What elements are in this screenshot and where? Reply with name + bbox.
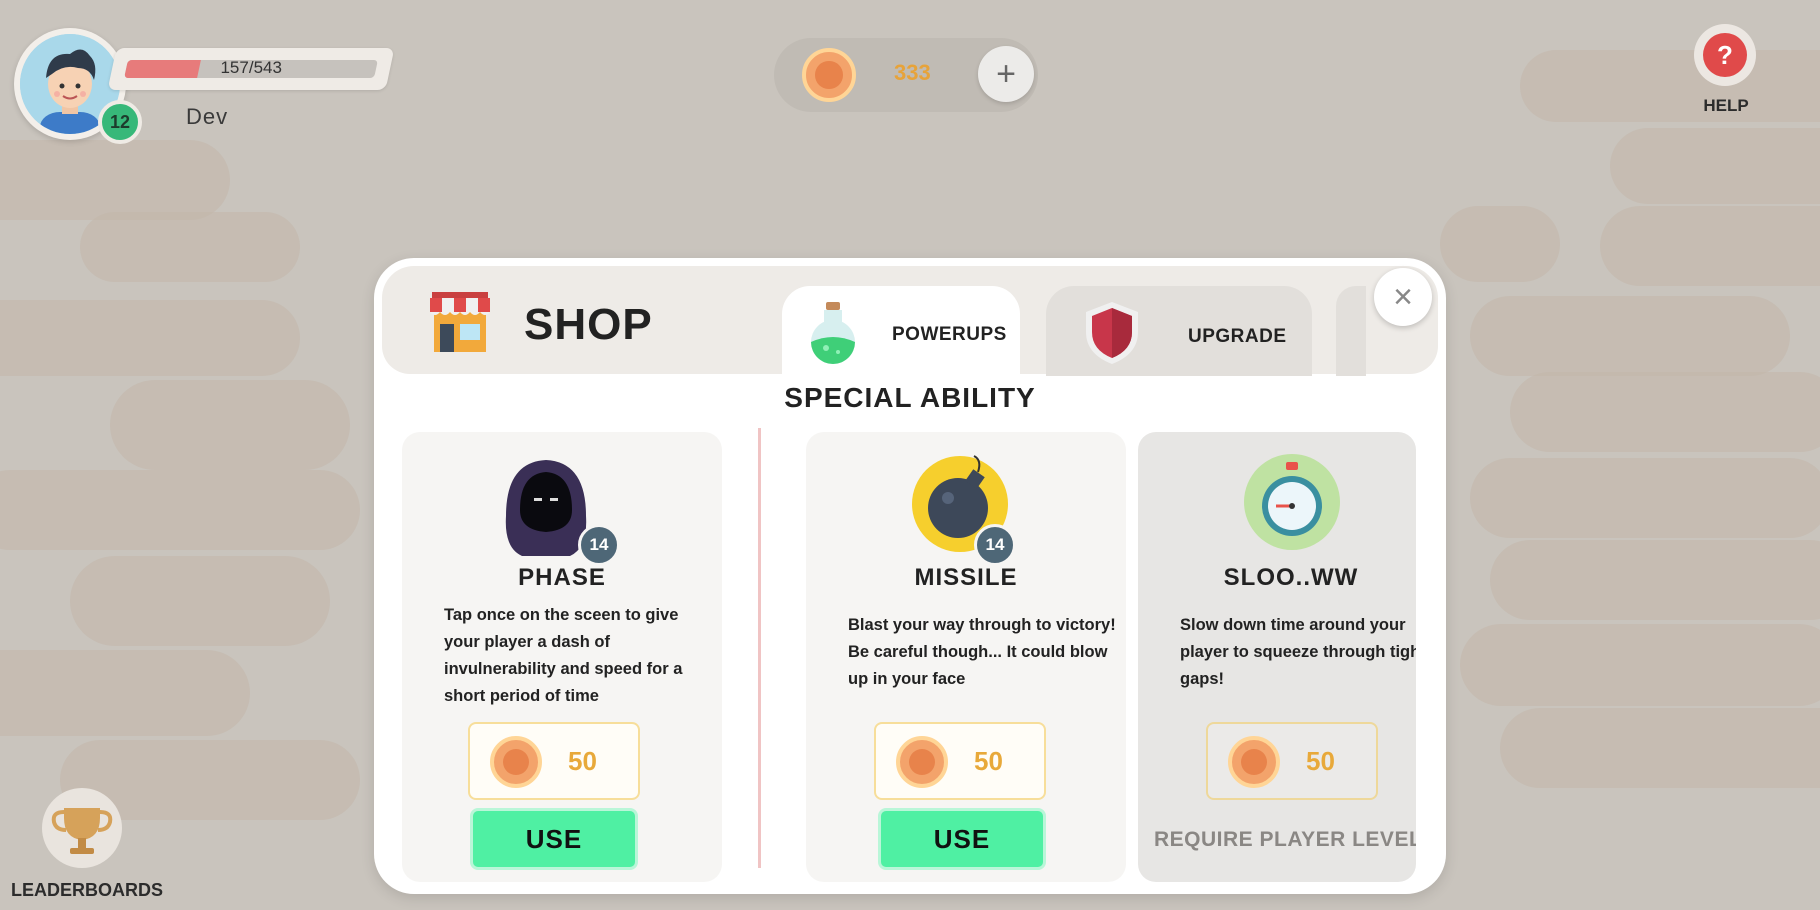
leaderboards-button[interactable] xyxy=(42,788,122,868)
use-missile-button[interactable]: USE xyxy=(878,808,1046,870)
background-cloud xyxy=(0,470,360,550)
coin-count: 333 xyxy=(894,60,931,85)
coin-balance: 333 + xyxy=(774,38,1038,112)
ability-description: Blast your way through to victory! Be ca… xyxy=(848,616,1116,688)
ability-level-badge: 14 xyxy=(974,524,1016,566)
ability-description: Tap once on the sceen to give your playe… xyxy=(444,606,683,705)
background-cloud xyxy=(110,380,350,470)
background-cloud xyxy=(1610,128,1820,204)
card-divider xyxy=(758,428,761,868)
close-button[interactable]: × xyxy=(1374,268,1432,326)
background-cloud xyxy=(0,650,250,736)
help-button[interactable]: ? xyxy=(1694,24,1756,86)
ability-description: Slow down time around your player to squ… xyxy=(1180,616,1416,688)
coin-icon xyxy=(802,48,856,102)
ability-name: SLOO..WW xyxy=(1223,564,1359,591)
ability-name: PHASE xyxy=(518,564,606,591)
price-tag: 50 xyxy=(874,722,1046,800)
ability-card-slow: SLOO..WW Slow down time around your play… xyxy=(1138,432,1416,882)
level-requirement: REQUIRE PLAYER LEVEL 15 xyxy=(1154,828,1416,851)
trophy-icon xyxy=(51,808,113,854)
potion-icon xyxy=(811,302,855,364)
question-icon: ? xyxy=(1703,33,1747,77)
shop-header: SHOP POWERUPS UPGRADE xyxy=(382,266,1438,382)
section-title: SPECIAL ABILITY xyxy=(784,382,1036,413)
tab-powerups-label: POWERUPS xyxy=(892,324,1007,345)
background-cloud xyxy=(1440,206,1560,282)
tab-overflow[interactable] xyxy=(1336,286,1366,376)
background-cloud xyxy=(1600,206,1820,286)
use-phase-button[interactable]: USE xyxy=(470,808,638,870)
price-value: 50 xyxy=(1306,746,1335,776)
background-cloud xyxy=(1500,708,1820,788)
background-cloud xyxy=(80,212,300,282)
xp-text: 157/543 xyxy=(220,58,282,77)
tab-powerups[interactable]: POWERUPS xyxy=(782,286,1020,382)
player-name: Dev xyxy=(186,104,229,129)
background-cloud xyxy=(1470,296,1790,376)
background-cloud xyxy=(0,140,230,220)
price-tag: 50 xyxy=(1206,722,1378,800)
ability-name: MISSILE xyxy=(914,564,1018,591)
coin-icon xyxy=(896,736,948,788)
background-cloud xyxy=(1510,372,1820,452)
background-cloud xyxy=(0,300,300,376)
xp-bar: 157/543 xyxy=(107,48,395,90)
ability-level-badge: 14 xyxy=(578,524,620,566)
background-cloud xyxy=(1460,624,1820,706)
shield-icon xyxy=(1086,302,1138,364)
price-value: 50 xyxy=(568,746,597,776)
tab-upgrade[interactable]: UPGRADE xyxy=(1046,286,1312,376)
stopwatch-icon xyxy=(1244,454,1340,550)
leaderboards-label: LEADERBOARDS xyxy=(10,880,163,900)
ability-card-phase: 14 PHASE Tap once on the sceen to give y… xyxy=(402,432,722,882)
coin-icon xyxy=(490,736,542,788)
shop-icon xyxy=(430,292,490,352)
tab-upgrade-label: UPGRADE xyxy=(1188,326,1287,347)
background-cloud xyxy=(1520,50,1820,122)
price-value: 50 xyxy=(974,746,1003,776)
shop-title: SHOP xyxy=(524,300,653,349)
help-label: HELP xyxy=(1703,96,1749,115)
player-level-badge: 12 xyxy=(98,100,142,144)
price-tag: 50 xyxy=(468,722,640,800)
ability-card-missile: 14 MISSILE Blast your way through to vic… xyxy=(806,432,1126,882)
background-cloud xyxy=(1490,540,1820,620)
shop-modal: SHOP POWERUPS UPGRADE × SPECIAL ABILITY xyxy=(374,258,1446,894)
add-coins-button[interactable]: + xyxy=(978,46,1034,102)
background-cloud xyxy=(70,556,330,646)
coin-icon xyxy=(1228,736,1280,788)
background-cloud xyxy=(1470,458,1820,538)
